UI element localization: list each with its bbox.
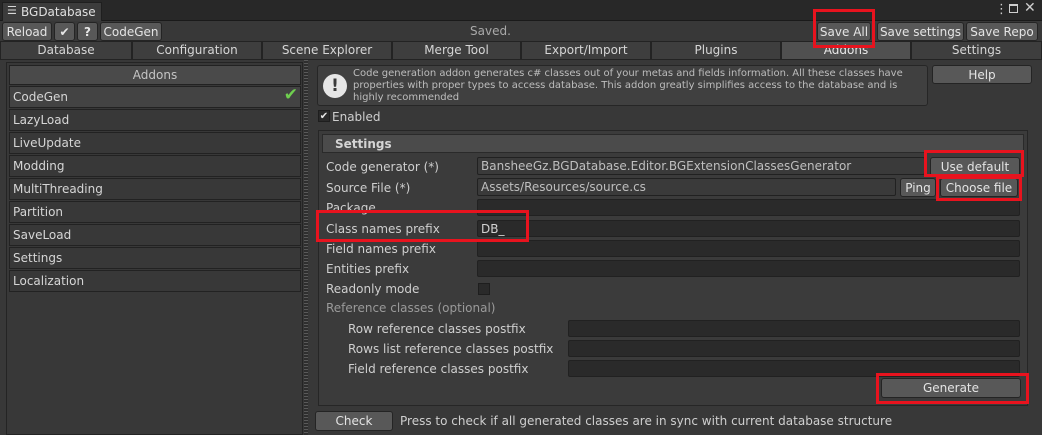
help-button[interactable]: Help [932,65,1032,84]
tab-plugins[interactable]: Plugins [651,41,781,59]
field-prefix-field[interactable] [477,240,1020,257]
rows-list-reference-field[interactable] [568,340,1020,357]
package-label: Package [326,201,376,215]
settings-group-title: Settings [335,137,392,151]
hamburger-icon: ☰ [7,4,17,17]
question-icon: ? [84,25,91,39]
tab-bar-divider [0,59,1042,60]
close-icon[interactable]: ✕ [1024,0,1036,16]
settings-group-header: Settings [322,134,1024,153]
addon-item-label: LiveUpdate [13,136,81,150]
generate-button[interactable]: Generate [881,378,1021,398]
addon-item-localization[interactable]: Localization [9,270,301,292]
check-button[interactable]: Check [315,411,393,431]
info-text: Code generation addon generates c# class… [353,68,903,103]
window-tab[interactable]: ☰ BGDatabase [2,2,102,21]
checkmark-button[interactable]: ✔ [54,22,75,41]
window-title: BGDatabase [21,5,96,19]
field-reference-field[interactable] [568,360,1020,377]
addons-list-title: Addons [132,68,178,82]
source-file-label: Source File (*) [326,181,411,195]
window-title-bar [0,0,1042,21]
save-all-button[interactable]: Save All [817,22,871,41]
more-options-icon[interactable]: ⋮ [995,2,1008,17]
save-settings-button[interactable]: Save settings [877,22,964,41]
check-hint: Press to check if all generated classes … [400,414,893,428]
maximize-icon[interactable] [1009,4,1018,13]
addon-item-multithreading[interactable]: MultiThreading [9,178,301,200]
panel-splitter[interactable] [304,60,308,435]
addon-item-label: Localization [13,274,85,288]
rows-list-reference-label: Rows list reference classes postfix [348,342,554,356]
tab-configuration[interactable]: Configuration [132,41,262,59]
tab-export-import[interactable]: Export/Import [521,41,651,59]
tab-addons[interactable]: Addons [781,41,911,59]
addon-item-partition[interactable]: Partition [9,201,301,223]
tab-settings[interactable]: Settings [911,41,1042,59]
code-generator-label: Code generator (*) [326,160,439,174]
field-reference-label: Field reference classes postfix [348,362,529,376]
addon-item-label: SaveLoad [13,228,72,242]
package-field[interactable] [477,199,1020,216]
addon-item-label: LazyLoad [13,113,70,127]
readonly-mode-checkbox[interactable] [478,283,490,295]
info-box: ! Code generation addon generates c# cla… [317,65,928,106]
choose-file-button[interactable]: Choose file [940,178,1018,197]
code-generator-field[interactable]: BansheeGz.BGDatabase.Editor.BGExtensionC… [477,157,925,175]
source-file-field[interactable]: Assets/Resources/source.cs [477,178,896,196]
info-icon: ! [323,74,347,98]
tab-database[interactable]: Database [0,41,132,59]
ping-button[interactable]: Ping [900,178,936,197]
reference-classes-label: Reference classes (optional) [326,301,496,315]
addon-item-codegen[interactable]: CodeGen ✔ [9,85,301,108]
save-status: Saved. [470,24,511,38]
readonly-mode-label: Readonly mode [326,282,420,296]
tab-scene-explorer[interactable]: Scene Explorer [262,41,392,59]
addon-item-lazyload[interactable]: LazyLoad [9,109,301,131]
reload-button[interactable]: Reload [2,22,52,41]
addon-item-modding[interactable]: Modding [9,155,301,177]
selected-check-icon: ✔ [283,85,298,105]
addon-item-label: Modding [13,159,65,173]
enabled-label: Enabled [332,110,381,124]
row-reference-label: Row reference classes postfix [348,322,526,336]
row-reference-field[interactable] [568,320,1020,337]
addon-item-label: Settings [13,251,63,265]
use-default-button[interactable]: Use default [930,157,1020,176]
class-prefix-label: Class names prefix [326,222,440,236]
save-repo-button[interactable]: Save Repo [966,22,1038,41]
class-prefix-field[interactable]: DB_ [477,220,1020,237]
addon-item-label: CodeGen [13,90,69,104]
tab-merge-tool[interactable]: Merge Tool [392,41,521,59]
codegen-toolbar-button[interactable]: CodeGen [100,22,162,41]
help-question-button[interactable]: ? [77,22,98,41]
addon-item-settings[interactable]: Settings [9,247,301,269]
entities-prefix-field[interactable] [477,260,1020,277]
entities-prefix-label: Entities prefix [326,262,410,276]
addon-item-label: MultiThreading [13,182,103,196]
addon-item-label: Partition [13,205,64,219]
enabled-checkbox[interactable]: ✔ [318,110,330,122]
addons-list-header: Addons [9,65,301,85]
addon-item-saveload[interactable]: SaveLoad [9,224,301,246]
addon-item-liveupdate[interactable]: LiveUpdate [9,132,301,154]
checkmark-icon: ✔ [59,25,70,39]
field-prefix-label: Field names prefix [326,242,436,256]
